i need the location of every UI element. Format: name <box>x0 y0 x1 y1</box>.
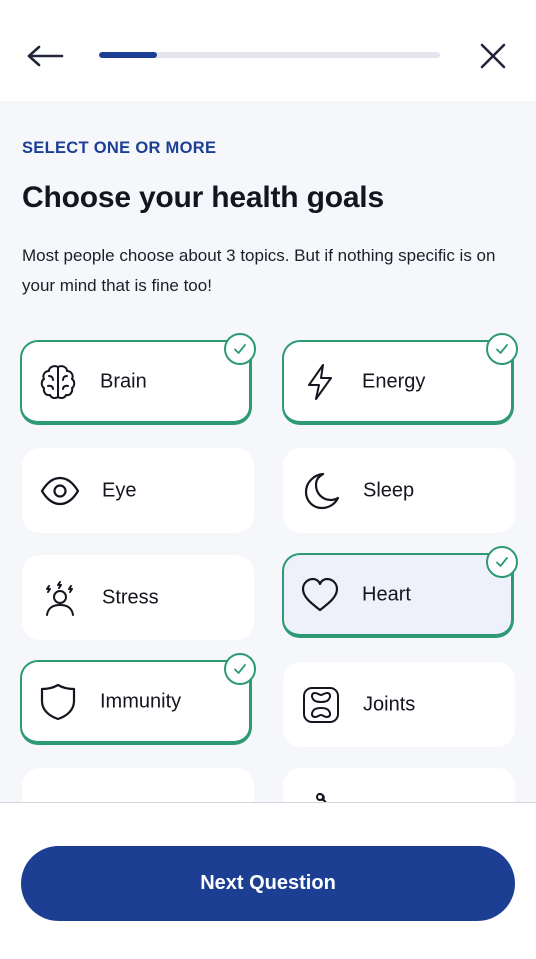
lightning-icon <box>300 362 340 402</box>
option-energy[interactable]: Energy <box>282 333 518 425</box>
stressed-person-icon <box>40 578 80 618</box>
next-question-button[interactable]: Next Question <box>21 846 515 921</box>
option-label: Brain <box>100 370 147 392</box>
close-button[interactable] <box>470 34 516 78</box>
check-icon <box>486 333 518 365</box>
option-heart[interactable]: Heart <box>282 546 518 638</box>
back-button[interactable] <box>22 36 68 76</box>
close-icon <box>480 43 506 69</box>
option-label: Energy <box>362 370 426 392</box>
option-sleep[interactable]: Sleep <box>283 448 515 533</box>
page-title: Choose your health goals <box>22 181 384 214</box>
page-subtitle: Most people choose about 3 topics. But i… <box>22 246 496 295</box>
option-label: Heart <box>362 583 411 605</box>
check-icon <box>224 333 256 365</box>
top-bar <box>0 0 536 101</box>
heart-icon <box>300 575 340 615</box>
joints-icon <box>301 685 341 725</box>
moon-icon <box>301 471 341 511</box>
selection-hint: SELECT ONE OR MORE <box>22 139 217 157</box>
option-label: Stress <box>102 586 159 608</box>
progress-bar-fill <box>99 52 157 58</box>
brain-icon <box>38 362 78 402</box>
option-brain[interactable]: Brain <box>20 333 256 425</box>
option-card-partial[interactable] <box>22 768 254 802</box>
progress-bar <box>99 52 440 58</box>
option-eye[interactable]: Eye <box>22 448 254 533</box>
option-label: Sleep <box>363 479 415 501</box>
option-label: Joints <box>363 693 416 715</box>
check-icon <box>224 653 256 685</box>
option-joints[interactable]: Joints <box>283 662 515 747</box>
eye-icon <box>40 471 80 511</box>
check-icon <box>486 546 518 578</box>
partial-option-icon <box>301 790 341 802</box>
question-content: SELECT ONE OR MORE Choose your health go… <box>0 101 536 802</box>
option-card-partial[interactable] <box>283 768 515 802</box>
option-label: Immunity <box>100 690 182 712</box>
footer: Next Question <box>0 802 536 959</box>
option-immunity[interactable]: Immunity <box>20 653 256 745</box>
shield-icon <box>38 682 78 722</box>
option-label: Eye <box>102 479 137 501</box>
arrow-left-icon <box>27 45 64 67</box>
option-stress[interactable]: Stress <box>22 555 254 640</box>
